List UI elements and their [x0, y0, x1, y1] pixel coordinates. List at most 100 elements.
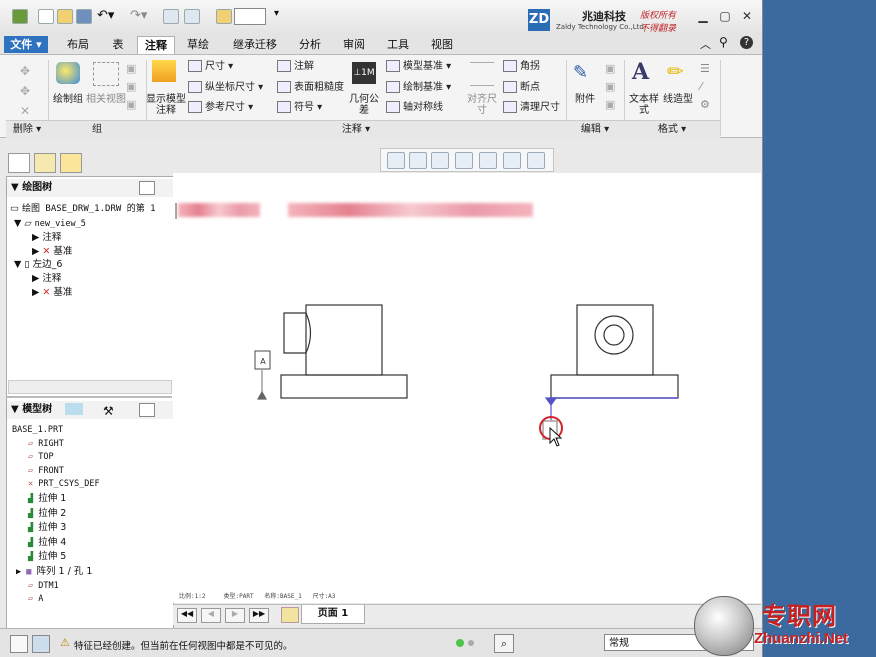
datum-display-icon[interactable] [503, 152, 521, 169]
tool-icon[interactable]: ⚒ [103, 402, 114, 420]
tree-item[interactable]: ▟ 拉伸 4 [12, 536, 100, 551]
new-page-icon[interactable] [281, 607, 299, 623]
select-filter-dropdown[interactable] [234, 8, 266, 25]
text-style-label[interactable]: 文本样式 [628, 94, 660, 116]
tree-item[interactable]: ▱ FRONT [12, 465, 100, 479]
new-file-icon[interactable] [38, 9, 54, 24]
minimize-button[interactable]: ▁ [694, 8, 712, 24]
navigator-tab-folder[interactable] [34, 153, 56, 173]
tree-item[interactable]: ▼ ▱ new_view_5 [10, 217, 156, 232]
search-icon[interactable]: ⚲ [719, 35, 728, 49]
panel-splitter[interactable] [6, 396, 172, 398]
show-model-annotation-label[interactable]: 显示模型注释 [146, 94, 186, 116]
next-page-button[interactable]: ▶ [225, 608, 245, 623]
left-view[interactable] [254, 304, 408, 400]
group-edit[interactable]: 编辑 ▾ [566, 120, 624, 138]
browser-toggle-icon[interactable] [32, 635, 50, 653]
tree-item[interactable]: ▱ DTM1 [12, 580, 100, 594]
tab-sketch[interactable]: 草绘 [180, 36, 216, 53]
group-group[interactable]: 组 [48, 120, 146, 138]
tree-item[interactable]: ▱ RIGHT [12, 438, 100, 452]
previous-page-button[interactable]: ◀ [201, 608, 221, 623]
ordinate-dimension-button[interactable]: 纵坐标尺寸 ▾ [188, 81, 263, 94]
symbol-button[interactable]: 符号 ▾ [277, 101, 322, 114]
collapse-ribbon-icon[interactable]: ︿ [700, 36, 711, 52]
tree-item[interactable]: ▟ 拉伸 3 [12, 521, 100, 536]
right-view[interactable] [539, 304, 679, 447]
tab-view[interactable]: 视图 [424, 36, 460, 53]
line-style-icon[interactable]: ✏ [667, 60, 691, 82]
tree-item[interactable]: ▟ 拉伸 2 [12, 507, 100, 522]
align-dimension-icon[interactable] [470, 62, 494, 86]
tab-annotate[interactable]: 注释 [137, 36, 175, 54]
first-page-button[interactable]: ◀◀ [177, 608, 197, 623]
close-button[interactable]: ✕ [738, 8, 756, 24]
clean-dimension-button[interactable]: 清理尺寸 [503, 101, 560, 114]
attach-label[interactable]: 附件 [570, 94, 600, 105]
tree-item[interactable]: ✕ PRT_CSYS_DEF [12, 478, 100, 492]
tree-item[interactable]: ▶ 注释 [10, 272, 156, 286]
tree-item[interactable]: ▭ 绘图 BASE_DRW_1.DRW 的第 1 [10, 202, 156, 217]
tree-settings-icon[interactable] [139, 181, 155, 195]
regenerate-icon[interactable] [163, 9, 179, 24]
surface-finish-button[interactable]: 表面粗糙度 [277, 81, 344, 94]
file-menu-tab[interactable]: 文件 ▾ [4, 36, 48, 53]
tab-table[interactable]: 表 [104, 36, 132, 53]
group-annotate[interactable]: 注释 ▾ [146, 120, 566, 138]
redo-icon[interactable]: ↷▾ [130, 8, 147, 23]
text-style-icon[interactable]: A [632, 60, 656, 84]
collapse-arrow-icon[interactable]: ▼ [11, 182, 19, 193]
draw-datum-button[interactable]: 绘制基准 ▾ [386, 81, 451, 94]
line-style-label[interactable]: 线造型 [662, 94, 694, 105]
axis-symmetry-button[interactable]: 轴对称线 [386, 101, 443, 114]
annotation-display-icon[interactable] [527, 152, 545, 169]
tree-item[interactable]: ▱ TOP [12, 451, 100, 465]
tree-item[interactable]: ▶ ✕ 基准 [10, 286, 156, 300]
tab-layout[interactable]: 布局 [58, 36, 98, 53]
tree-item[interactable]: ▶ ✕ 基准 [10, 245, 156, 259]
close-window-icon[interactable] [216, 9, 232, 24]
navigator-toggle-icon[interactable] [10, 635, 28, 653]
tab-legacy-migration[interactable]: 继承迁移 [224, 36, 286, 53]
show-model-annotation-icon[interactable] [152, 60, 176, 82]
display-style-icon[interactable] [479, 152, 497, 169]
model-icon[interactable] [65, 403, 83, 415]
align-dimension-label[interactable]: 对齐尺寸 [466, 94, 498, 116]
tree-item[interactable]: ▟ 拉伸 5 [12, 550, 100, 565]
related-view-label[interactable]: 相关视图 [86, 94, 126, 105]
open-folder-icon[interactable] [57, 9, 73, 24]
last-page-button[interactable]: ▶▶ [249, 608, 269, 623]
geometric-tolerance-label[interactable]: 几何公差 [349, 94, 379, 116]
draw-group-icon[interactable] [56, 62, 80, 84]
tree-settings-icon[interactable] [139, 403, 155, 417]
group-format[interactable]: 格式 ▾ [624, 120, 720, 138]
collapse-arrow-icon[interactable]: ▼ [11, 404, 19, 415]
breakpoint-button[interactable]: 断点 [503, 81, 540, 94]
navigator-tab-tree[interactable] [8, 153, 30, 173]
note-button[interactable]: 注解 [277, 60, 314, 73]
draw-group-label[interactable]: 绘制组 [50, 94, 86, 105]
related-view-icon[interactable] [93, 62, 119, 86]
maximize-button[interactable]: ▢ [716, 8, 734, 24]
window-icon[interactable] [184, 9, 200, 24]
jog-button[interactable]: 角拐 [503, 60, 540, 73]
tree-item[interactable]: ▶ 注释 [10, 231, 156, 245]
page-tab[interactable]: 页面 1 [301, 605, 365, 624]
tree-item[interactable]: ▱ A [12, 593, 100, 607]
dimension-button[interactable]: 尺寸 ▾ [188, 60, 233, 73]
horizontal-scrollbar[interactable] [8, 380, 172, 394]
tab-tools[interactable]: 工具 [380, 36, 416, 53]
undo-icon[interactable]: ↶▾ [97, 8, 114, 23]
customize-toolbar-icon[interactable]: ▾ [274, 8, 279, 19]
geometric-tolerance-icon[interactable]: ⊥1M [352, 62, 376, 84]
reference-dimension-button[interactable]: 参考尺寸 ▾ [188, 101, 253, 114]
group-delete[interactable]: 删除 ▾ [6, 120, 48, 138]
tab-analysis[interactable]: 分析 [292, 36, 328, 53]
refit-icon[interactable] [387, 152, 405, 169]
model-datum-button[interactable]: 模型基准 ▾ [386, 60, 451, 73]
tab-review[interactable]: 审阅 [336, 36, 372, 53]
navigator-tab-favorites[interactable] [60, 153, 82, 173]
tree-item[interactable]: BASE_1.PRT [12, 424, 100, 438]
zoom-out-icon[interactable] [431, 152, 449, 169]
tree-item[interactable]: ▟ 拉伸 1 [12, 492, 100, 507]
